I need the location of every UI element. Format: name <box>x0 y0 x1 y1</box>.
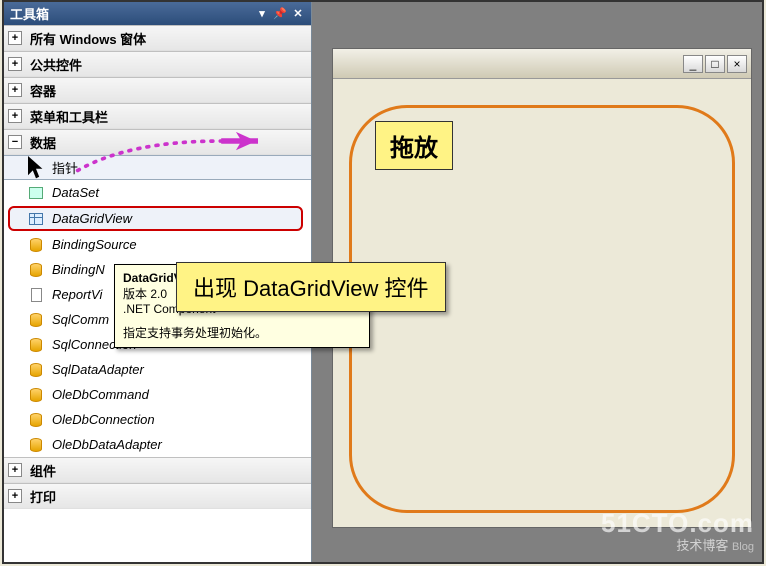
expand-icon[interactable]: + <box>8 463 22 477</box>
category-common-controls[interactable]: + 公共控件 <box>4 51 311 77</box>
item-label: DataGridView <box>52 211 132 226</box>
watermark-line2: 技术博客 <box>676 538 728 553</box>
tooltip-description: 指定支持事务处理初始化。 <box>123 324 361 341</box>
item-label: OleDbCommand <box>52 387 149 402</box>
toolbox-item-bindingsource[interactable]: BindingSource <box>4 232 311 257</box>
toolbox-item-dataset[interactable]: DataSet <box>4 180 311 205</box>
document-icon <box>28 287 44 303</box>
item-label: OleDbDataAdapter <box>52 437 162 452</box>
db-icon <box>28 387 44 403</box>
dropdown-icon[interactable]: ▾ <box>255 7 269 21</box>
category-label: 数据 <box>30 133 56 152</box>
category-label: 容器 <box>30 81 56 100</box>
category-label: 打印 <box>30 487 56 506</box>
toolbox-item-oledbcommand[interactable]: OleDbCommand <box>4 382 311 407</box>
collapse-icon[interactable]: − <box>8 135 22 149</box>
close-button[interactable]: × <box>727 55 747 73</box>
category-data[interactable]: − 数据 <box>4 129 311 155</box>
item-label: BindingSource <box>52 237 137 252</box>
watermark: 51CTO.com 技术博客 Blog <box>601 509 754 554</box>
pin-icon[interactable]: 📌 <box>273 7 287 21</box>
toolbox-titlebar: 工具箱 ▾ 📌 ✕ <box>4 2 311 25</box>
expand-icon[interactable]: + <box>8 489 22 503</box>
expand-icon[interactable]: + <box>8 109 22 123</box>
db-icon <box>28 262 44 278</box>
category-containers[interactable]: + 容器 <box>4 77 311 103</box>
item-label: ReportVi <box>52 287 102 302</box>
toolbox-item-sqldataadapter[interactable]: SqlDataAdapter <box>4 357 311 382</box>
category-all-windows-forms[interactable]: + 所有 Windows 窗体 <box>4 25 311 51</box>
item-label: 指针 <box>52 158 78 177</box>
toolbox-item-datagridview[interactable]: DataGridView <box>8 206 303 231</box>
item-label: DataSet <box>52 185 99 200</box>
db-icon <box>28 412 44 428</box>
cursor-icon <box>28 160 44 176</box>
toolbox-item-oledbdataadapter[interactable]: OleDbDataAdapter <box>4 432 311 457</box>
item-label: OleDbConnection <box>52 412 155 427</box>
category-label: 菜单和工具栏 <box>30 107 108 126</box>
db-icon <box>28 437 44 453</box>
item-label: BindingN <box>52 262 105 277</box>
maximize-button[interactable]: □ <box>705 55 725 73</box>
expand-icon[interactable]: + <box>8 31 22 45</box>
minimize-button[interactable]: _ <box>683 55 703 73</box>
category-printing[interactable]: + 打印 <box>4 483 311 509</box>
expand-icon[interactable]: + <box>8 57 22 71</box>
expand-icon[interactable]: + <box>8 83 22 97</box>
item-label: SqlDataAdapter <box>52 362 144 377</box>
category-label: 公共控件 <box>30 55 82 74</box>
category-label: 所有 Windows 窗体 <box>30 29 146 48</box>
toolbox-item-oledbconnection[interactable]: OleDbConnection <box>4 407 311 432</box>
db-icon <box>28 362 44 378</box>
category-menus-toolbars[interactable]: + 菜单和工具栏 <box>4 103 311 129</box>
category-label: 组件 <box>30 461 56 480</box>
item-label: SqlComm <box>52 312 109 327</box>
annotation-callout: 出现 DataGridView 控件 <box>176 262 446 312</box>
grid-icon <box>28 211 44 227</box>
db-icon <box>28 312 44 328</box>
toolbox-title-text: 工具箱 <box>10 4 49 23</box>
toolbox-item-pointer[interactable]: 指针 <box>4 155 311 180</box>
db-icon <box>28 237 44 253</box>
watermark-line1: 51CTO.com <box>601 509 754 539</box>
watermark-tag: Blog <box>732 541 754 553</box>
drop-label: 拖放 <box>375 121 453 170</box>
category-components[interactable]: + 组件 <box>4 457 311 483</box>
db-icon <box>28 337 44 353</box>
dataset-icon <box>28 185 44 201</box>
close-icon[interactable]: ✕ <box>291 7 305 21</box>
form-titlebar: _ □ × <box>333 49 751 79</box>
